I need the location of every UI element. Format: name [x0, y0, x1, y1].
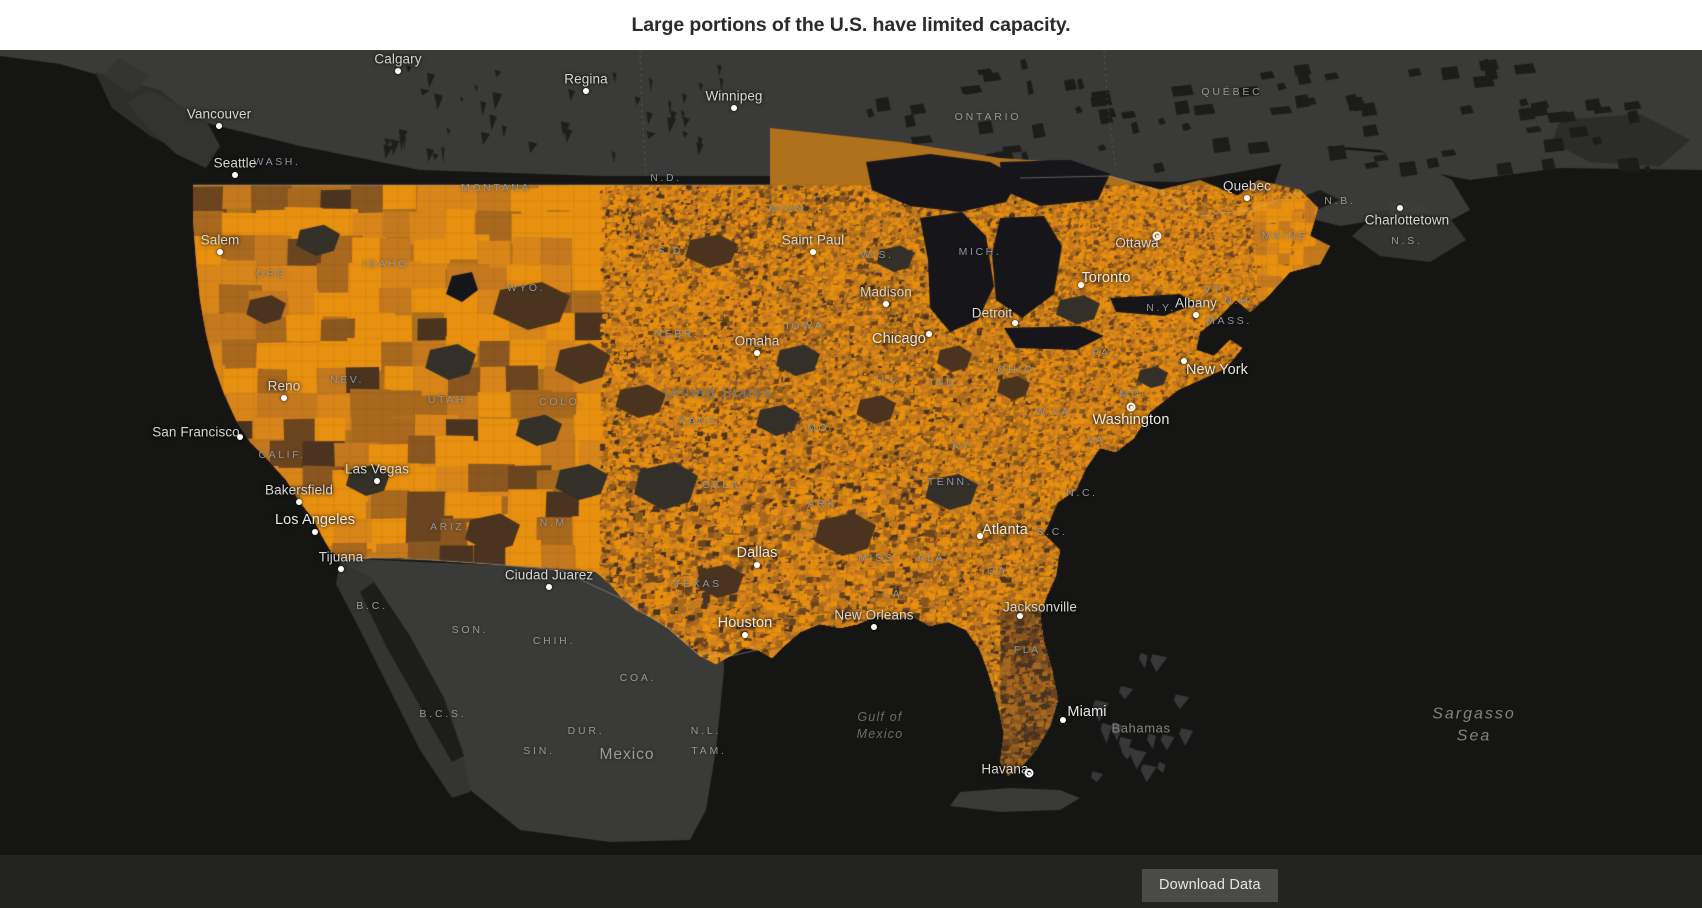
map-canvas[interactable]: [0, 50, 1702, 855]
map-viewport[interactable]: United States Mexico ONTARIO QUÉBEC N.B. N.S.…: [0, 50, 1702, 855]
download-data-button[interactable]: Download Data: [1142, 869, 1278, 902]
footer-bar: [0, 855, 1702, 908]
map-application: Large portions of the U.S. have limited …: [0, 0, 1702, 908]
page-title: Large portions of the U.S. have limited …: [631, 13, 1071, 36]
page-header: Large portions of the U.S. have limited …: [0, 0, 1702, 50]
